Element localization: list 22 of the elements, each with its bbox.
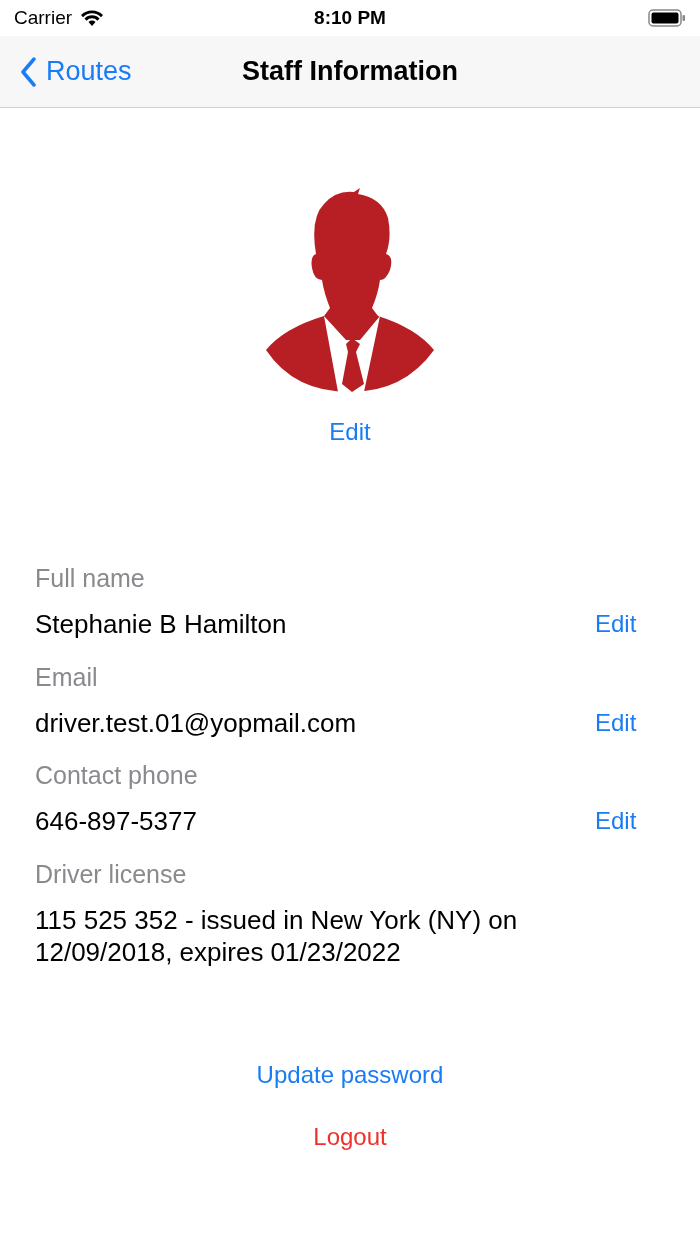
edit-link[interactable]: Edit: [595, 807, 637, 835]
field-label: Contact phone: [35, 761, 199, 790]
chevron-left-icon: [20, 56, 36, 87]
clock-time: 8:10 PM: [314, 7, 386, 28]
field-label: Driver license: [35, 859, 188, 889]
screen-title: Staff Information: [242, 56, 458, 87]
person-silhouette-icon: [264, 188, 436, 392]
field-label: Full name: [35, 564, 146, 593]
edit-link[interactable]: Edit: [595, 610, 637, 638]
wifi-icon: [80, 9, 105, 27]
logout-link[interactable]: Logout: [313, 1122, 387, 1151]
edit-photo-link[interactable]: Edit: [329, 418, 371, 446]
field-value: 115 525 352 - issued in New York (NY) on 12/09/2018, expires 01/23/2022: [35, 903, 519, 969]
carrier-label: Carrier: [14, 7, 73, 29]
field-label: Email: [35, 662, 99, 692]
edit-link[interactable]: Edit: [595, 708, 637, 737]
field-value: 646-897-5377: [35, 805, 198, 838]
battery-icon: [648, 9, 686, 27]
field-value: Stephanie B Hamilton: [35, 608, 288, 641]
field-value: driver.test.01@yopmail.com: [35, 706, 358, 739]
update-password-link[interactable]: Update password: [256, 1060, 444, 1089]
back-button[interactable]: Routes: [20, 56, 132, 87]
